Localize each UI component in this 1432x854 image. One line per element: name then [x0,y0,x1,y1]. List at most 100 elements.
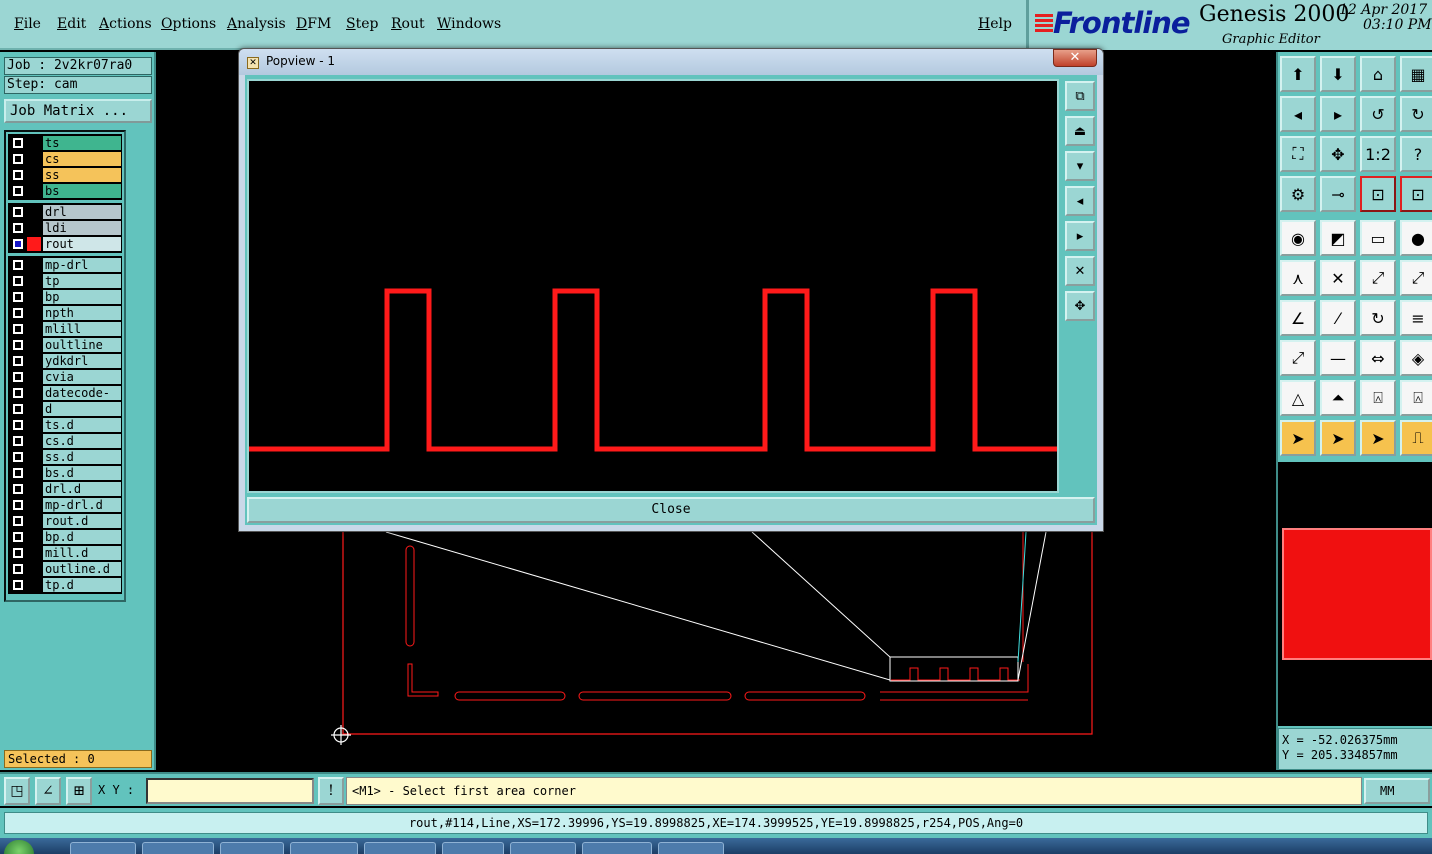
tool-triangle-button[interactable]: △ [1280,380,1316,416]
layer-checkbox[interactable] [13,388,23,398]
popview-pan-down-button[interactable]: ▾ [1065,151,1095,181]
layer-checkbox[interactable] [13,207,23,217]
layer-row-tp[interactable]: tp [9,273,121,289]
tool-pointer-area-button[interactable]: ➤ [1360,420,1396,456]
tool-arc-3-button[interactable]: ⍓ [1400,380,1432,416]
taskbar-item[interactable] [364,842,436,854]
layer-checkbox[interactable] [13,580,23,590]
layer-row-mill-d[interactable]: mill.d [9,545,121,561]
layer-row-drl[interactable]: drl [9,204,121,220]
popview-zoom-window-button[interactable]: ⧉ [1065,81,1095,111]
tool-layers-grid-button[interactable]: ▦ [1400,56,1432,92]
layer-row-bs[interactable]: bs [9,183,121,199]
popview-zoom-in-button[interactable]: ✥ [1065,291,1095,321]
layer-row-bp[interactable]: bp [9,289,121,305]
tool-pointer-button[interactable]: ➤ [1280,420,1316,456]
menu-windows[interactable]: Windows [437,16,501,32]
menu-analysis[interactable]: Analysis [227,16,286,32]
tool-arc-button[interactable]: ⏶ [1320,380,1356,416]
layer-checkbox[interactable] [13,436,23,446]
menu-dfm[interactable]: DFM [296,16,331,32]
tool-region-button[interactable]: ◩ [1320,220,1356,256]
popview-zoom-out-button[interactable]: ✕ [1065,256,1095,286]
tool-rout-path-button[interactable]: ⎍ [1400,420,1432,456]
snap-angle-button[interactable]: ∠ [35,777,61,805]
tool-move-up-button[interactable]: ⬆ [1280,56,1316,92]
layer-checkbox[interactable] [13,138,23,148]
snap-grid-button[interactable]: ◳ [4,777,30,805]
tool-text-button[interactable]: ≡ [1400,300,1432,336]
taskbar-item[interactable] [70,842,136,854]
layer-row-npth[interactable]: npth [9,305,121,321]
tool-angle-button[interactable]: ∠ [1280,300,1316,336]
layer-checkbox[interactable] [13,404,23,414]
tool-split-button[interactable]: ⤢ [1280,340,1316,376]
tool-settings-button[interactable]: ⚙ [1280,176,1316,212]
tool-connect-button[interactable]: ⊸ [1320,176,1356,212]
popview-pan-left-button[interactable]: ◂ [1065,186,1095,216]
menu-help[interactable]: Help [978,16,1012,32]
tool-select-net-button[interactable]: ⊡ [1360,176,1396,212]
tool-pointer-select-button[interactable]: ➤ [1320,420,1356,456]
popview-pan-right-button[interactable]: ▸ [1065,221,1095,251]
layer-checkbox[interactable] [13,340,23,350]
menu-step[interactable]: Step [346,16,378,32]
xy-input[interactable] [146,778,314,804]
tool-delete-button[interactable]: ✕ [1320,260,1356,296]
layer-checkbox[interactable] [13,239,23,249]
layer-checkbox[interactable] [13,532,23,542]
menu-options[interactable]: Options [161,16,216,32]
layer-checkbox[interactable] [13,468,23,478]
tool-measure-button[interactable]: ⇔ [1360,340,1396,376]
layer-row-bs-d[interactable]: bs.d [9,465,121,481]
tool-rotate-button[interactable]: ↻ [1360,300,1396,336]
layer-row-ts-d[interactable]: ts.d [9,417,121,433]
tool-arc-2-button[interactable]: ⍓ [1360,380,1396,416]
layer-row-cs[interactable]: cs [9,151,121,167]
layer-checkbox[interactable] [13,356,23,366]
popview-pan-up-button[interactable]: ⏏ [1065,116,1095,146]
layer-row-cvia[interactable]: cvia [9,369,121,385]
layer-checkbox[interactable] [13,186,23,196]
layer-checkbox[interactable] [13,564,23,574]
tool-ruler-button[interactable]: ▭ [1360,220,1396,256]
taskbar-item[interactable] [142,842,214,854]
tool-stretch-button[interactable]: ⤢ [1360,260,1396,296]
layer-row-cs-d[interactable]: cs.d [9,433,121,449]
layer-checkbox[interactable] [13,500,23,510]
layer-row-rout[interactable]: rout [9,236,121,252]
taskbar-item[interactable] [220,842,284,854]
snap-center-button[interactable]: ⊞ [66,777,92,805]
layer-checkbox[interactable] [13,308,23,318]
tool-help-button[interactable]: ? [1400,136,1432,172]
units-selector[interactable]: MM [1364,778,1430,804]
tool-move-left-button[interactable]: ◂ [1280,96,1316,132]
layer-row-mp-drl-d[interactable]: mp-drl.d [9,497,121,513]
tool-redo-button[interactable]: ↻ [1400,96,1432,132]
tool-undo-button[interactable]: ↺ [1360,96,1396,132]
tool-symbol-button[interactable]: ◈ [1400,340,1432,376]
menu-actions[interactable]: Actions [99,16,152,32]
menu-edit[interactable]: Edit [57,16,86,32]
layer-checkbox[interactable] [13,372,23,382]
layer-row-ydkdrl[interactable]: ydkdrl [9,353,121,369]
tool-fit-screen-button[interactable]: ⛶ [1280,136,1316,172]
layer-row-rout-d[interactable]: rout.d [9,513,121,529]
layer-row-tp-d[interactable]: tp.d [9,577,121,593]
tool-line-button[interactable]: — [1320,340,1356,376]
tool-slope-button[interactable]: ⁄ [1320,300,1356,336]
tool-pan-button[interactable]: ✥ [1320,136,1356,172]
taskbar-item[interactable] [510,842,576,854]
tool-home-button[interactable]: ⌂ [1360,56,1396,92]
layer-row-mlill[interactable]: mlill [9,321,121,337]
taskbar-item[interactable] [442,842,504,854]
layer-row-mp-drl[interactable]: mp-drl [9,257,121,273]
layer-checkbox[interactable] [13,548,23,558]
layer-checkbox[interactable] [13,154,23,164]
tool-scale-button[interactable]: 1:2 [1360,136,1396,172]
taskbar-item[interactable] [582,842,652,854]
layer-row-ts[interactable]: ts [9,135,121,151]
layer-checkbox[interactable] [13,484,23,494]
menu-file[interactable]: File [14,16,41,32]
layer-checkbox[interactable] [13,260,23,270]
